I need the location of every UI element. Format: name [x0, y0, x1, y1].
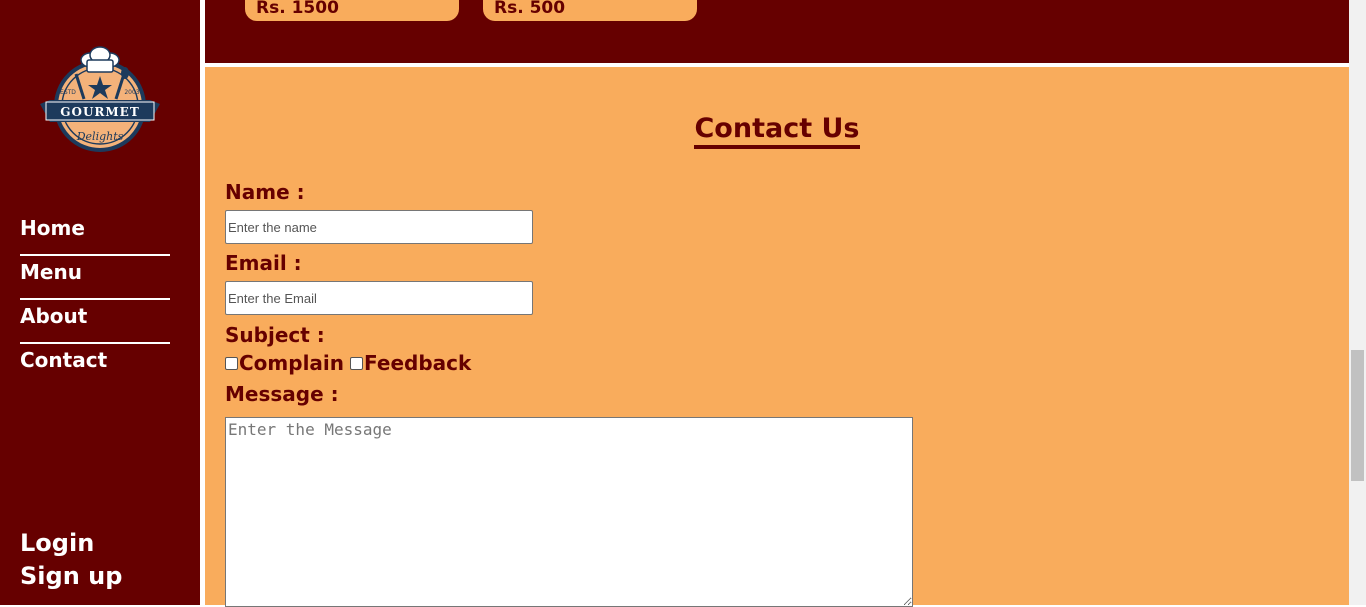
complain-label[interactable]: Complain [239, 351, 344, 375]
contact-title: Contact Us [205, 113, 1349, 149]
auth-links: Login Sign up [20, 527, 122, 593]
nav-home[interactable]: Home [20, 212, 170, 256]
logo-estd-text: ESTD [60, 89, 76, 96]
scrollbar-thumb[interactable] [1351, 350, 1364, 481]
login-link[interactable]: Login [20, 527, 122, 560]
feedback-checkbox[interactable] [350, 356, 364, 370]
nav-contact[interactable]: Contact [20, 344, 170, 388]
complain-checkbox[interactable] [225, 356, 238, 370]
subject-label: Subject : [225, 323, 325, 347]
name-label: Name : [225, 180, 305, 204]
main-nav: Home Menu About Contact [20, 212, 170, 388]
message-textarea[interactable] [225, 417, 913, 607]
feedback-label[interactable]: Feedback [364, 351, 471, 375]
subject-options: Complain Feedback [225, 350, 477, 376]
sidebar: GOURMET ESTD 2003 Delights Home Menu Abo… [0, 0, 200, 605]
name-input[interactable] [225, 210, 533, 244]
menu-card[interactable]: Rs. 1500 [245, 0, 459, 21]
logo-year-text: 2003 [124, 89, 139, 96]
page-scrollbar[interactable] [1349, 0, 1366, 605]
menu-card[interactable]: Rs. 500 [483, 0, 697, 21]
logo-title-text: GOURMET [60, 105, 140, 119]
contact-section: Contact Us Name : Email : Subject : Comp… [205, 67, 1349, 607]
nav-about[interactable]: About [20, 300, 170, 344]
signup-link[interactable]: Sign up [20, 560, 122, 593]
contact-title-text: Contact Us [694, 113, 860, 149]
message-label: Message : [225, 382, 339, 406]
nav-menu[interactable]: Menu [20, 256, 170, 300]
menu-card-price: Rs. 1500 [256, 0, 339, 18]
logo-script-text: Delights [76, 130, 124, 143]
menu-section: Rs. 1500 Rs. 500 [205, 0, 1349, 63]
gourmet-logo[interactable]: GOURMET ESTD 2003 Delights [40, 44, 160, 152]
email-input[interactable] [225, 281, 533, 315]
menu-card-price: Rs. 500 [494, 0, 566, 18]
email-label: Email : [225, 251, 302, 275]
